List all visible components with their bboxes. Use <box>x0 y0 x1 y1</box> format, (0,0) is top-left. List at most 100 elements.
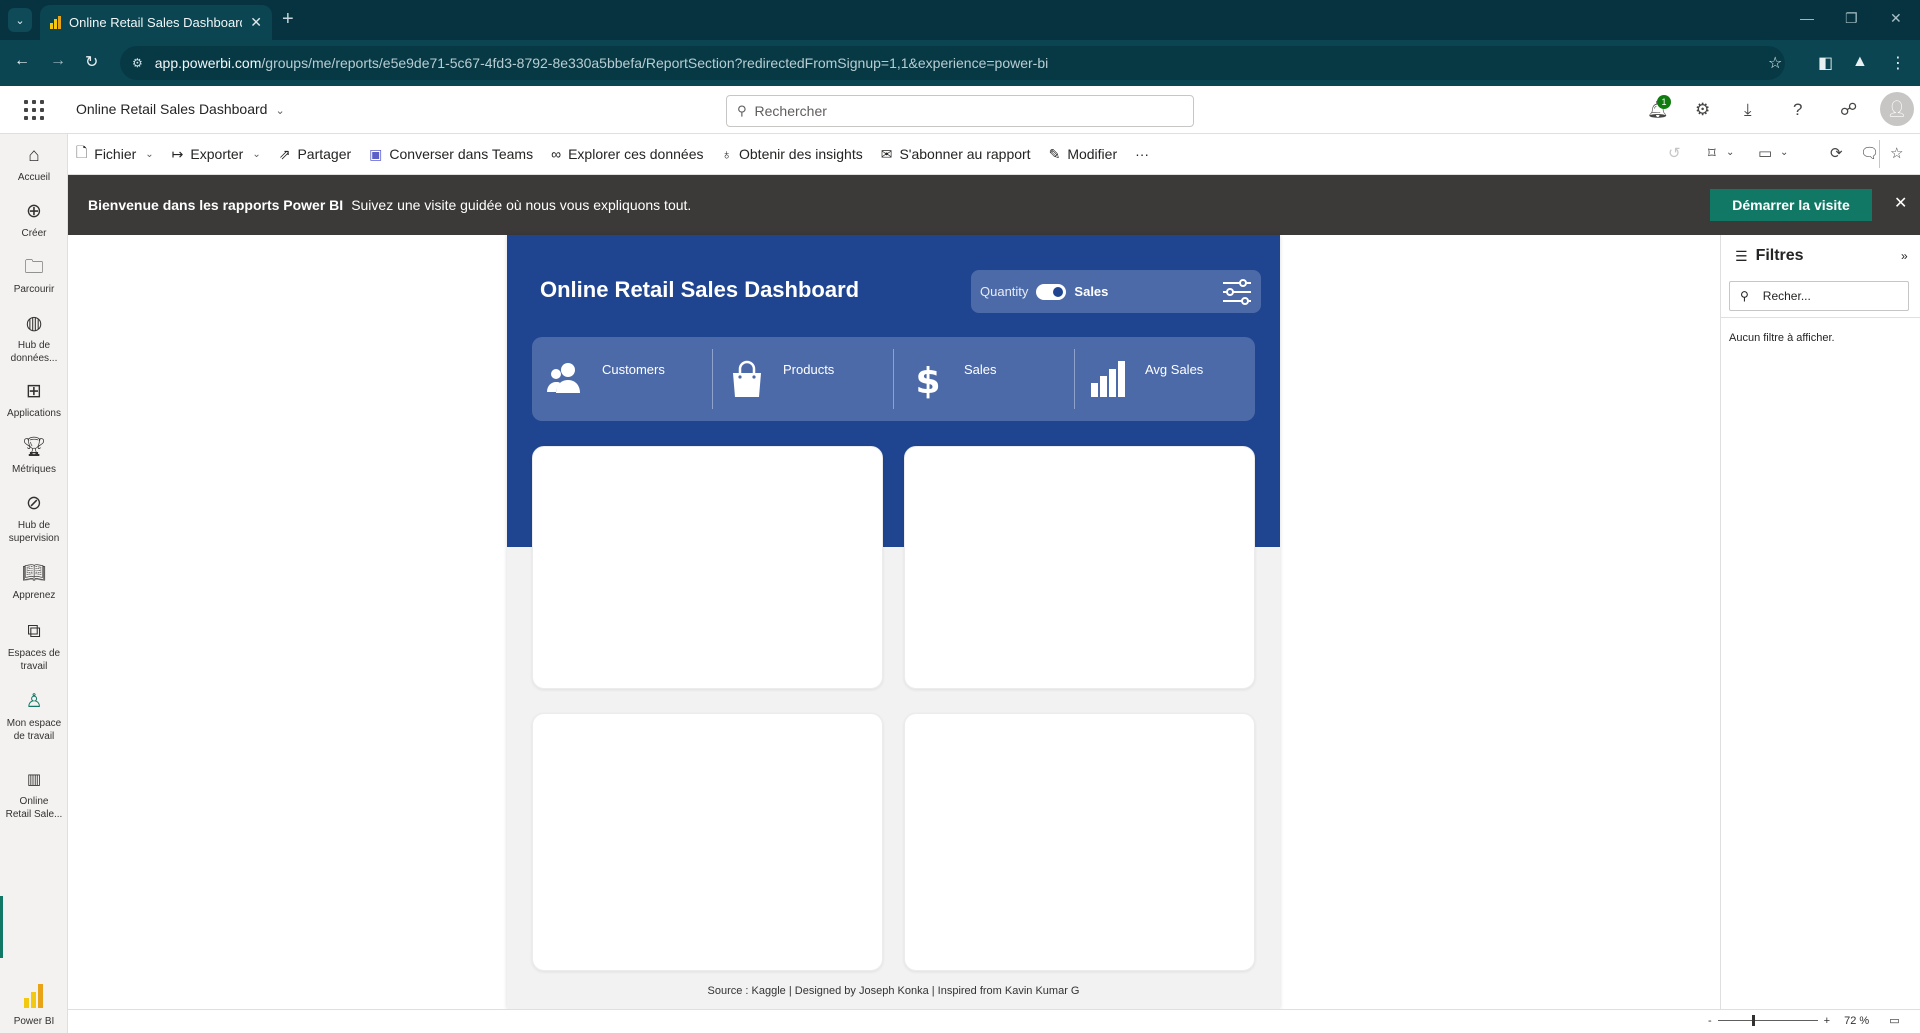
edit-button[interactable]: ✎ Modifier <box>1049 146 1118 163</box>
visual-card-top-right[interactable] <box>904 446 1255 689</box>
nav-data-hub[interactable]: ◍ Hub de données... <box>0 312 68 365</box>
window-close-icon[interactable]: ✕ <box>1890 10 1902 27</box>
avatar[interactable]: 👤︎ <box>1880 92 1914 126</box>
kpi-products[interactable]: Products <box>713 337 893 421</box>
feedback-icon[interactable]: ☍ <box>1840 100 1857 120</box>
chevron-down-icon: ⌄ <box>252 148 261 160</box>
divider <box>1721 317 1920 318</box>
close-tab-icon[interactable]: ✕ <box>250 14 262 31</box>
filters-title: Filtres <box>1755 247 1804 264</box>
back-icon[interactable]: ← <box>14 52 30 70</box>
lightbulb-icon: ♁ <box>721 146 733 162</box>
bookmark-star-icon[interactable]: ☆ <box>1768 53 1782 73</box>
explore-data-button[interactable]: ∞ Explorer ces données <box>551 146 703 162</box>
view-icon[interactable]: ▭ <box>1758 144 1772 162</box>
undo-icon[interactable]: ↺ <box>1668 144 1681 162</box>
chevron-down-icon[interactable]: ⌄ <box>1726 147 1734 158</box>
workspaces-icon: ⧉ <box>27 621 41 642</box>
close-icon[interactable]: ✕ <box>1894 193 1907 213</box>
powerbi-header: Online Retail Sales Dashboard ⌄ ⚲ Recherc… <box>0 86 1920 134</box>
toggle-left-label: Quantity <box>980 284 1029 299</box>
nav-apps[interactable]: ⊞ Applications <box>0 380 68 420</box>
new-tab-icon[interactable]: + <box>282 8 294 30</box>
nav-label: Accueil <box>17 172 51 183</box>
nav-learn[interactable]: 📖︎ Apprenez <box>0 562 68 602</box>
nav-label: de travail <box>13 731 55 742</box>
divider <box>1879 140 1880 168</box>
comment-icon[interactable]: 🗨︎ <box>1860 144 1879 162</box>
measure-toggle[interactable]: Quantity Sales <box>971 270 1261 313</box>
nav-create[interactable]: ⊕ Créer <box>0 200 68 240</box>
nav-monitoring-hub[interactable]: ⊘ Hub de supervision <box>0 492 68 545</box>
visual-card-top-left[interactable] <box>532 446 883 689</box>
reload-icon[interactable]: ↻ <box>85 52 98 72</box>
share-label: Partager <box>297 146 352 162</box>
file-menu-button[interactable]: 🗋 Fichier ⌄ <box>76 142 154 166</box>
source-credit: Source : Kaggle | Designed by Joseph Kon… <box>707 985 1080 997</box>
fit-page-icon[interactable]: ▭ <box>1889 1014 1899 1027</box>
nav-label: supervision <box>8 533 60 544</box>
nav-workspaces[interactable]: ⧉ Espaces de travail <box>0 620 68 673</box>
apps-icon: ⊞ <box>26 381 42 402</box>
chevron-down-icon[interactable]: ⌄ <box>1780 147 1788 158</box>
url-field[interactable]: ⚙ app.powerbi.com/groups/me/reports/e5e9… <box>120 46 1785 80</box>
teams-label: Converser dans Teams <box>389 146 534 162</box>
visual-card-bottom-left[interactable] <box>532 713 883 971</box>
nav-current-report[interactable]: ▥ Online Retail Sale... <box>0 768 68 821</box>
filter-sliders-icon[interactable] <box>1221 278 1253 306</box>
share-button[interactable]: ⇗ Partager <box>279 146 351 163</box>
minimize-icon[interactable]: — <box>1800 10 1814 26</box>
download-icon[interactable]: ⤓ <box>1744 100 1752 120</box>
subscribe-label: S'abonner au rapport <box>899 146 1031 162</box>
collapse-pane-icon[interactable]: » <box>1901 249 1908 263</box>
visual-card-bottom-right[interactable] <box>904 713 1255 971</box>
status-bar: - + 72 % ▭ <box>68 1009 1920 1033</box>
export-menu-button[interactable]: ↦ Exporter ⌄ <box>172 146 261 163</box>
refresh-icon[interactable]: ⟳ <box>1830 144 1843 162</box>
nav-my-workspace[interactable]: ♙ Mon espace de travail <box>0 690 68 743</box>
kpi-sales[interactable]: $ Sales <box>894 337 1074 421</box>
forward-icon[interactable]: → <box>50 52 66 70</box>
nav-label: Apprenez <box>12 590 56 601</box>
more-options-button[interactable]: ··· <box>1135 146 1149 162</box>
browser-tab[interactable]: Online Retail Sales Dashboard ✕ <box>40 5 272 40</box>
browser-menu-icon[interactable]: ⋮ <box>1890 53 1906 73</box>
zoom-slider[interactable] <box>1717 1015 1818 1026</box>
restore-icon[interactable]: ❐ <box>1845 10 1858 27</box>
filters-search-input[interactable]: ⚲ Recher... <box>1729 281 1909 311</box>
zoom-in-icon[interactable]: + <box>1824 1015 1830 1027</box>
subscribe-icon: ✉ <box>880 145 893 162</box>
report-title-text: Online Retail Sales Dashboard <box>76 101 268 117</box>
extension-icon[interactable]: ▲ <box>1852 53 1868 71</box>
edit-label: Modifier <box>1067 146 1118 162</box>
site-info-icon[interactable]: ⚙ <box>132 56 143 70</box>
favorite-star-icon[interactable]: ☆ <box>1890 144 1903 162</box>
help-icon[interactable]: ? <box>1793 100 1802 120</box>
app-launcher-icon[interactable] <box>24 100 44 120</box>
powerbi-favicon-icon <box>50 16 61 29</box>
get-insights-button[interactable]: ♁ Obtenir des insights <box>722 146 863 162</box>
search-input[interactable]: ⚲ Rechercher <box>726 95 1194 127</box>
toggle-switch[interactable] <box>1036 283 1067 300</box>
powerbi-logo-icon <box>24 984 44 1008</box>
nav-label: Applications <box>7 408 61 419</box>
nav-home[interactable]: ⌂ Accueil <box>0 144 68 184</box>
tab-list-button[interactable]: ⌄ <box>8 8 32 32</box>
nav-metrics[interactable]: 🏆︎ Métriques <box>0 436 68 476</box>
subscribe-button[interactable]: ✉ S'abonner au rapport <box>881 146 1031 163</box>
teams-chat-button[interactable]: ▣ Converser dans Teams <box>369 146 533 163</box>
url-host: app.powerbi.com <box>154 55 262 71</box>
binoculars-icon: ∞ <box>551 146 562 162</box>
report-title-menu[interactable]: Online Retail Sales Dashboard ⌄ <box>76 101 285 117</box>
kpi-customers[interactable]: Customers <box>532 337 712 421</box>
side-panel-icon[interactable]: ◧ <box>1818 53 1833 73</box>
welcome-banner: Bienvenue dans les rapports Power BI Sui… <box>68 175 1920 235</box>
nav-browse[interactable]: 🗀 Parcourir <box>0 256 68 296</box>
kpi-avg-sales[interactable]: Avg Sales <box>1075 337 1255 421</box>
settings-gear-icon[interactable]: ⚙ <box>1695 100 1710 120</box>
zoom-out-icon[interactable]: - <box>1708 1015 1712 1027</box>
home-icon: ⌂ <box>28 145 40 166</box>
report-canvas-area: Online Retail Sales Dashboard Quantity S… <box>68 235 1720 1009</box>
bookmark-icon[interactable]: ⌑ <box>1708 144 1716 162</box>
start-tour-button[interactable]: Démarrer la visite <box>1710 189 1872 221</box>
